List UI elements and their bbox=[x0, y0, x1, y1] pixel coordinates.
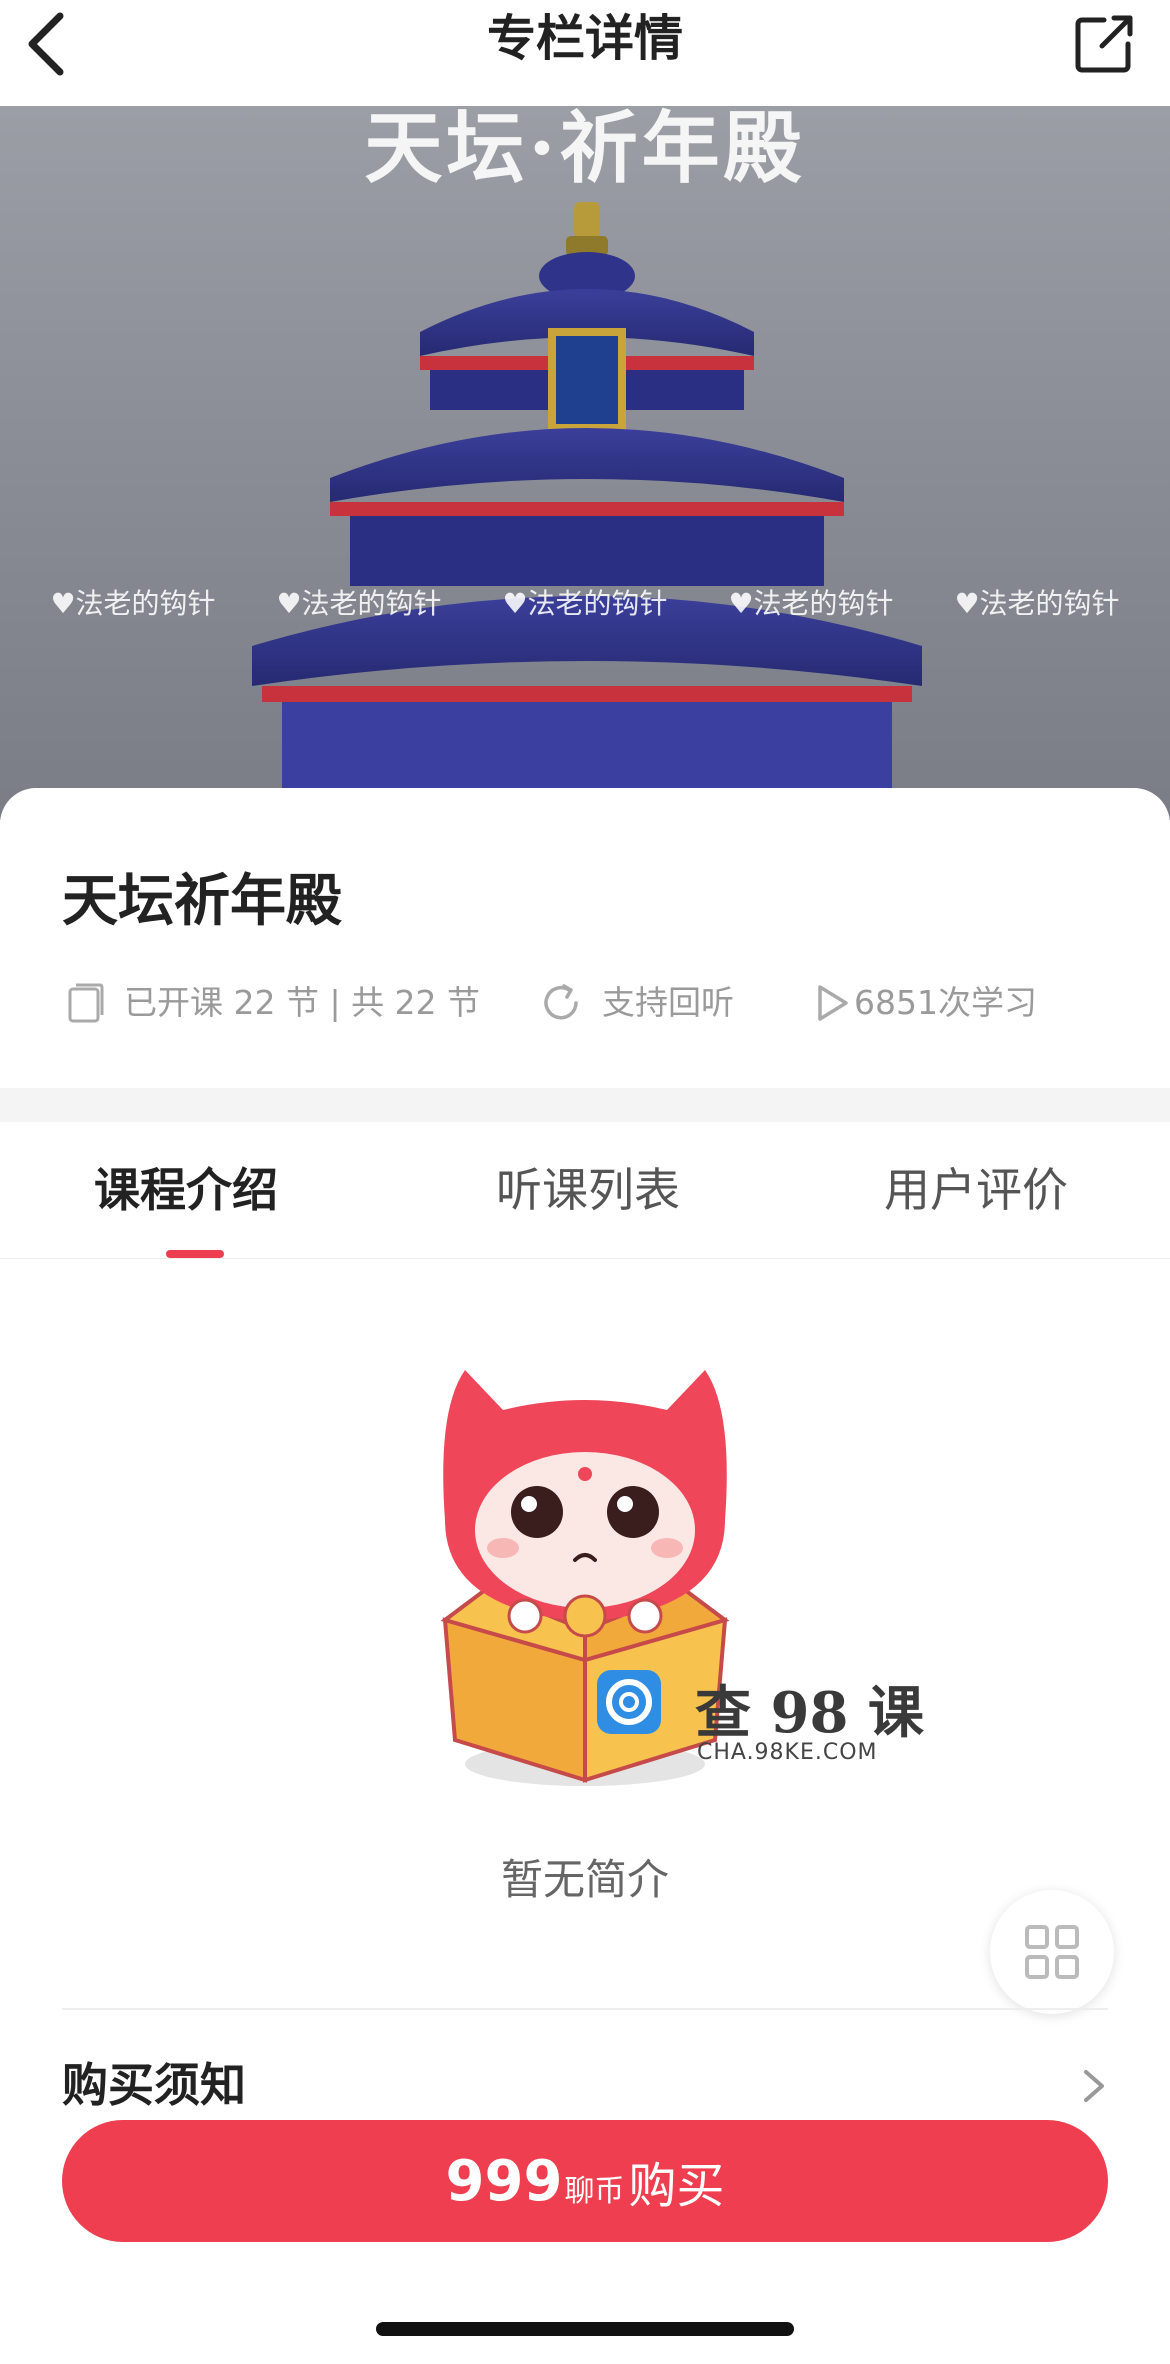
cover-watermark: ♥法老的钩针 bbox=[728, 587, 894, 620]
study-count: 6851次学习 bbox=[812, 978, 1037, 1028]
cover-watermark: ♥法老的钩针 bbox=[50, 587, 216, 620]
purchase-notice-label: 购买须知 bbox=[62, 2058, 246, 2112]
buy-button[interactable]: 999 聊币 购买 bbox=[62, 2120, 1108, 2242]
cover-watermark: ♥法老的钩针 bbox=[502, 587, 668, 620]
course-title: 天坛祈年殿 bbox=[62, 869, 342, 934]
purchase-notice-row[interactable]: 购买须知 bbox=[62, 2050, 1108, 2120]
buy-action-label: 购买 bbox=[628, 2158, 725, 2214]
replay-support-text: 支持回听 bbox=[602, 983, 734, 1022]
buy-currency-unit: 聊币 bbox=[564, 2174, 625, 2209]
grid-icon bbox=[1025, 1925, 1079, 1979]
document-icon bbox=[68, 983, 104, 1023]
content-divider bbox=[62, 2008, 1108, 2010]
temple-crochet-illustration bbox=[252, 202, 922, 820]
empty-intro-text: 暂无简介 bbox=[500, 1855, 669, 1904]
floating-menu-button[interactable] bbox=[990, 1890, 1114, 2014]
lesson-count-text: 已开课 22 节 | 共 22 节 bbox=[124, 983, 481, 1022]
replay-support: 支持回听 bbox=[538, 978, 734, 1028]
lesson-count: 已开课 22 节 | 共 22 节 bbox=[66, 978, 480, 1028]
tab-lesson-list[interactable]: 听课列表 bbox=[496, 1160, 680, 1220]
home-indicator bbox=[376, 2322, 794, 2336]
share-button[interactable] bbox=[1068, 8, 1140, 80]
share-external-icon bbox=[1075, 15, 1133, 73]
cover-title-text: 天坛·祈年殿 bbox=[364, 106, 806, 194]
cover-watermark: ♥法老的钩针 bbox=[276, 587, 442, 620]
cover-watermark: ♥法老的钩针 bbox=[954, 587, 1120, 620]
section-gap bbox=[0, 1088, 1170, 1122]
active-tab-indicator bbox=[166, 1250, 224, 1258]
top-nav-bar: 专栏详情 bbox=[0, 0, 1170, 106]
buy-price: 999 bbox=[445, 2148, 563, 2214]
play-icon bbox=[818, 985, 848, 1021]
tab-bar: 课程介绍 听课列表 用户评价 bbox=[0, 1122, 1170, 1259]
chevron-right-icon bbox=[1084, 2070, 1104, 2102]
watermark-url: CHA.98KE.COM bbox=[697, 1740, 878, 1765]
tab-course-intro[interactable]: 课程介绍 bbox=[94, 1160, 278, 1220]
study-count-text: 6851次学习 bbox=[854, 983, 1037, 1022]
refresh-icon bbox=[544, 984, 578, 1020]
course-info-card: 天坛祈年殿 已开课 22 节 | 共 22 节 支持回听 6851次学习 bbox=[0, 788, 1170, 1088]
course-meta-row: 已开课 22 节 | 共 22 节 支持回听 6851次学习 bbox=[66, 978, 1126, 1028]
tab-user-reviews[interactable]: 用户评价 bbox=[884, 1160, 1068, 1220]
watermark-brand: 查 98 课 bbox=[695, 1680, 924, 1746]
page-title: 专栏详情 bbox=[486, 10, 683, 67]
course-cover-image: 天坛·祈年殿 ♥法老的钩针 ♥法老的钩针 ♥法老的钩针 ♥法老的钩针 ♥法老的钩… bbox=[0, 106, 1170, 820]
cover-watermarks: ♥法老的钩针 ♥法老的钩针 ♥法老的钩针 ♥法老的钩针 ♥法老的钩针 bbox=[0, 582, 1170, 632]
